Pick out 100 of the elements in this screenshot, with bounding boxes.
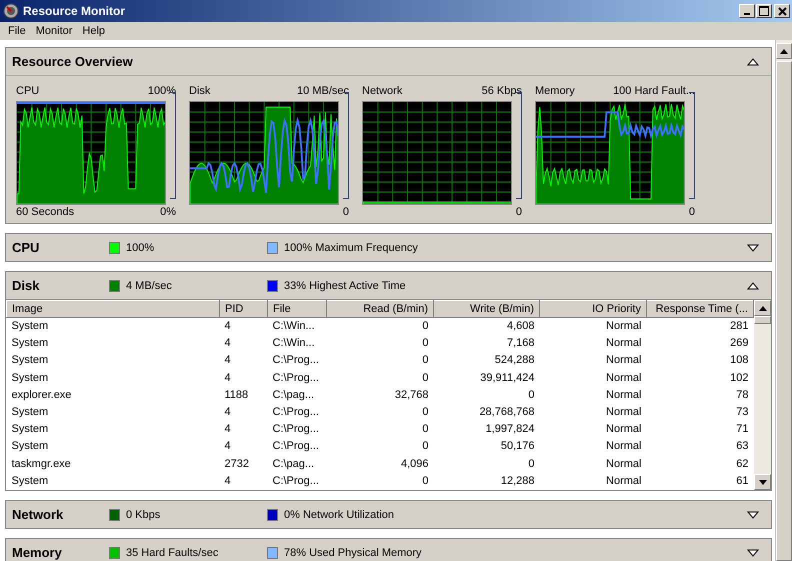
table-cell-text: System <box>10 474 50 489</box>
expand-arrow-icon[interactable] <box>747 244 759 252</box>
table-cell-text: 0 <box>527 388 536 403</box>
table-cell-text: Normal <box>605 336 642 352</box>
table-cell-text: 4 <box>224 405 232 420</box>
table-cell-text: 102 <box>729 370 750 386</box>
table-cell-text: 1188 <box>224 388 250 403</box>
down-arrow-icon <box>758 480 766 484</box>
table-cell-text: 108 <box>729 353 750 368</box>
table-cell-text: Normal <box>605 474 642 489</box>
table-cell-text: 4 <box>224 439 232 454</box>
column-header[interactable]: Image <box>6 300 220 318</box>
table-cell-text: 61 <box>735 474 750 489</box>
column-header[interactable]: Write (B/min) <box>434 300 540 318</box>
table-cell-text: System <box>10 439 50 454</box>
legend-label: 0% Network Utilization <box>284 508 394 520</box>
legend-label: 4 MB/sec <box>126 280 172 292</box>
table-cell-text: 0 <box>421 336 430 352</box>
table-cell-text: Normal <box>605 370 642 386</box>
table-cell-text: 4,096 <box>400 456 430 472</box>
column-header[interactable]: Read (B/min) <box>326 300 434 318</box>
table-cell-text: System <box>10 353 50 368</box>
scroll-up-button[interactable] <box>776 43 792 59</box>
graph-max: 10 MB/sec <box>297 85 349 97</box>
column-header[interactable]: Response Time (... <box>646 300 754 318</box>
table-cell-text: 12,288 <box>500 474 536 489</box>
scroll-down-button[interactable] <box>754 474 771 490</box>
maximize-button[interactable] <box>756 4 772 18</box>
table-cell-text: System <box>10 370 50 386</box>
table-cell-text: 524,288 <box>494 353 536 368</box>
table-cell: Normal <box>540 318 646 336</box>
table-cell-text: 4 <box>224 353 232 368</box>
table-cell-text: 4 <box>224 422 232 438</box>
table-cell-text: C:\Prog... <box>272 370 320 386</box>
table-cell-text: 4 <box>224 336 232 352</box>
table-cell: 4,608 <box>434 318 540 336</box>
table-cell-text: 4 <box>224 474 232 489</box>
minimize-button[interactable] <box>739 4 755 18</box>
menu-item[interactable]: Monitor <box>30 25 78 37</box>
scroll-up-button[interactable] <box>754 300 771 316</box>
graph-max: 100% <box>148 85 176 97</box>
table-cell-text: C:\Prog... <box>272 422 320 438</box>
maximize-icon <box>759 6 769 16</box>
table-cell-text: 0 <box>421 370 430 386</box>
table-cell-text: 32,768 <box>394 388 430 403</box>
close-button[interactable] <box>774 4 790 18</box>
table-cell-text: 7,168 <box>506 336 536 352</box>
graph-min: 0% <box>160 206 176 218</box>
graph-min: 0 <box>688 206 695 218</box>
collapse-arrow-icon[interactable] <box>747 58 759 66</box>
table-cell-text: Normal <box>605 422 642 438</box>
scroll-thumb[interactable] <box>754 316 771 324</box>
table-cell-text: Normal <box>605 353 642 368</box>
table-cell-text: C:\Prog... <box>272 474 320 489</box>
graph-title: Memory <box>535 85 575 97</box>
menu-item[interactable]: File <box>3 25 31 37</box>
section-title[interactable]: Network <box>12 507 109 522</box>
table-cell-text: taskmgr.exe <box>10 456 72 472</box>
collapse-arrow-icon[interactable] <box>747 282 759 290</box>
table-cell-text: 62 <box>735 456 750 472</box>
table-cell-text: 0 <box>421 405 430 420</box>
table-cell-text: Normal <box>605 456 642 472</box>
legend-label: 35 Hard Faults/sec <box>126 546 218 558</box>
section-title[interactable]: Disk <box>12 278 109 293</box>
table-cell-text: 0 <box>421 439 430 454</box>
table-cell-text: 63 <box>735 439 750 454</box>
column-header[interactable]: File <box>268 300 326 318</box>
table-cell-text: 78 <box>735 388 750 403</box>
graph-max: 56 Kbps <box>482 85 522 97</box>
table-cell: 0 <box>326 318 434 336</box>
table-cell-text: 4 <box>224 370 232 386</box>
up-arrow-icon <box>780 48 788 54</box>
time-label: 60 Seconds <box>16 206 74 218</box>
table-cell-text: C:\pag... <box>272 388 316 403</box>
section-title[interactable]: CPU <box>12 240 109 255</box>
table-cell-text: 0 <box>527 456 536 472</box>
table-cell-text: C:\Win... <box>272 336 316 352</box>
column-header[interactable]: PID <box>220 300 268 318</box>
menu-item[interactable]: Help <box>77 25 110 37</box>
column-header[interactable]: IO Priority <box>540 300 646 318</box>
legend-label: 0 Kbps <box>126 508 160 520</box>
table-cell-text: System <box>10 405 50 420</box>
section-title[interactable]: Resource Overview <box>12 54 133 69</box>
table-cell-text: 0 <box>421 422 430 438</box>
graph-title: Disk <box>189 85 210 97</box>
expand-arrow-icon[interactable] <box>747 548 759 556</box>
scroll-thumb[interactable] <box>776 61 792 561</box>
graph-title: CPU <box>16 85 40 97</box>
graph-title: Network <box>362 85 402 97</box>
table-cell-text: 0 <box>421 353 430 368</box>
table-cell-text: 28,768,768 <box>478 405 536 420</box>
section-title[interactable]: Memory <box>12 545 109 560</box>
expand-arrow-icon[interactable] <box>747 510 759 518</box>
graph-max: 100 Hard Fault... <box>613 85 695 97</box>
table-cell-text: explorer.exe <box>10 388 72 403</box>
legend-label: 100% Maximum Frequency <box>284 242 418 254</box>
table-cell-text: System <box>10 422 50 438</box>
table-cell-text: 50,176 <box>500 439 536 454</box>
window-title: Resource Monitor <box>23 4 126 18</box>
table-cell-text: Normal <box>605 439 642 454</box>
